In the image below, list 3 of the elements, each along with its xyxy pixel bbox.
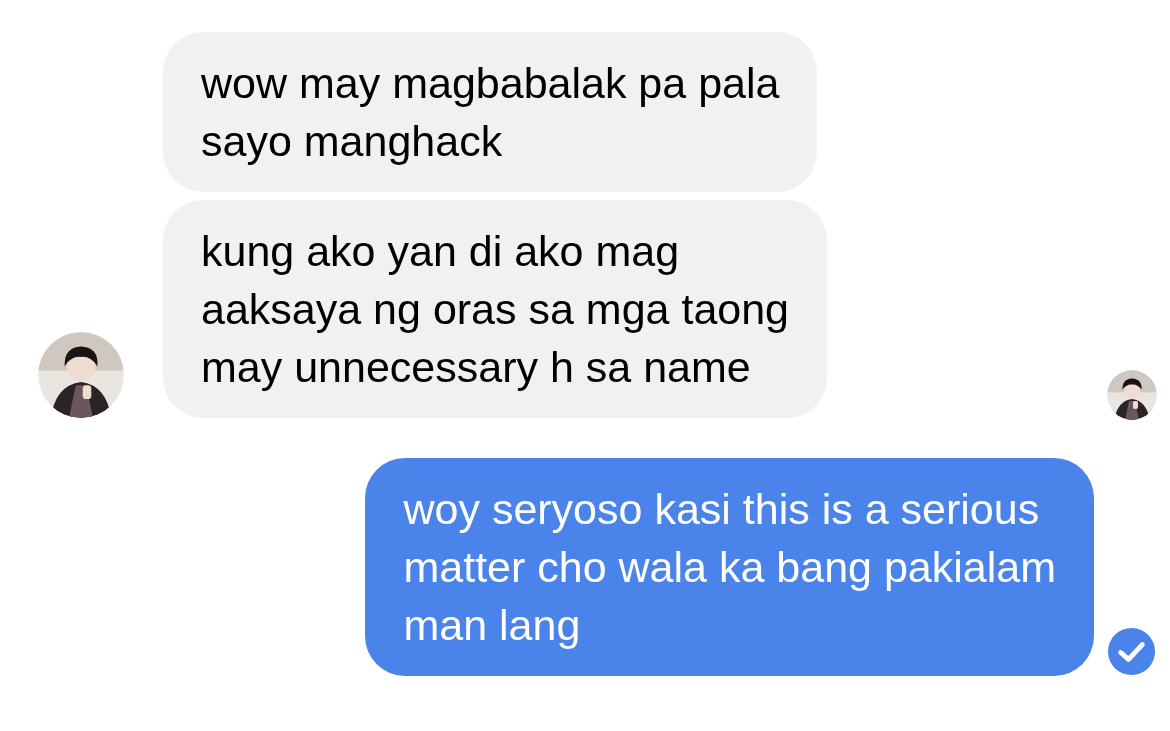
message-bubble: kung ako yan di ako mag aaksaya ng oras sa mga taong may unnecessary h sa name [163,200,828,418]
message-bubble: woy seryoso kasi this is a serious matter cho wala ka bang pakialam man lang [365,458,1094,676]
message-bubble: wow may magbabalak pa pala sayo manghack [163,32,818,192]
